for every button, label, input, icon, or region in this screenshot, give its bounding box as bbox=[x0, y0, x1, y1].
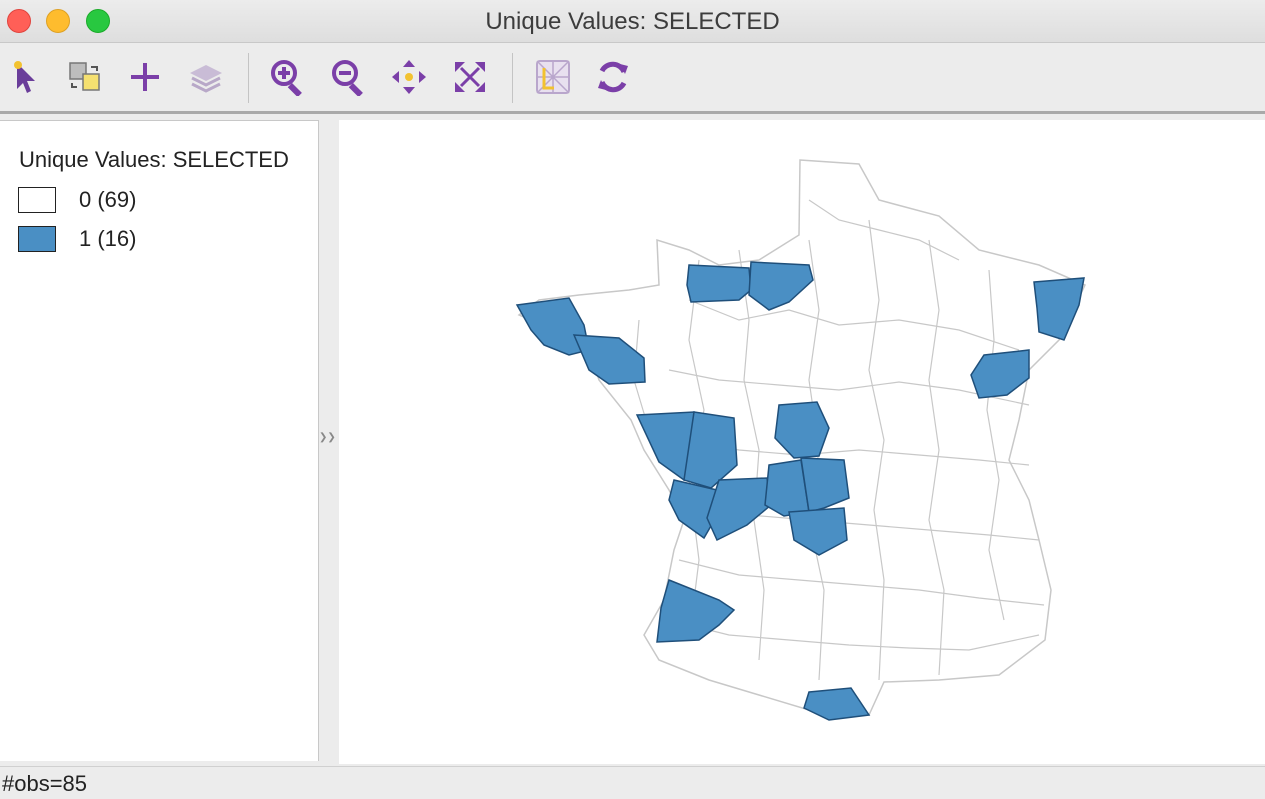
legend-panel: Unique Values: SELECTED 0 (69) 1 (16) bbox=[0, 120, 319, 761]
france-departments-map[interactable] bbox=[339, 120, 1265, 764]
selected-region-alsace bbox=[1033, 277, 1085, 341]
swap-selection-icon[interactable] bbox=[65, 57, 105, 97]
toolbar-separator bbox=[512, 53, 513, 103]
observation-count: #obs=85 bbox=[2, 771, 88, 796]
basemap-icon[interactable] bbox=[533, 57, 573, 97]
layers-icon[interactable] bbox=[186, 57, 226, 97]
selected-region-normandy bbox=[686, 264, 752, 303]
full-extent-icon[interactable] bbox=[450, 57, 490, 97]
status-bar: #obs=85 bbox=[0, 766, 1265, 799]
legend-item-label: 1 (16) bbox=[79, 226, 137, 251]
toolbar bbox=[0, 43, 1265, 114]
add-layer-plus-icon[interactable] bbox=[125, 57, 165, 97]
legend-item-label: 0 (69) bbox=[79, 187, 137, 212]
toolbar-separator bbox=[248, 53, 249, 103]
refresh-icon[interactable] bbox=[593, 57, 633, 97]
legend-title: Unique Values: SELECTED bbox=[19, 147, 289, 172]
map-canvas[interactable] bbox=[339, 120, 1265, 764]
window-title: Unique Values: SELECTED bbox=[485, 8, 780, 35]
legend-swatch bbox=[18, 226, 56, 252]
select-pointer-icon[interactable] bbox=[6, 57, 46, 97]
legend-swatch bbox=[18, 187, 56, 213]
zoom-in-icon[interactable] bbox=[268, 57, 308, 97]
splitter-grip-icon[interactable]: ❯❯ bbox=[319, 432, 336, 443]
zoom-out-icon[interactable] bbox=[329, 57, 369, 97]
panel-splitter[interactable]: ❯❯ bbox=[319, 120, 339, 760]
title-bar: Unique Values: SELECTED bbox=[0, 0, 1265, 43]
pan-icon[interactable] bbox=[389, 57, 429, 97]
